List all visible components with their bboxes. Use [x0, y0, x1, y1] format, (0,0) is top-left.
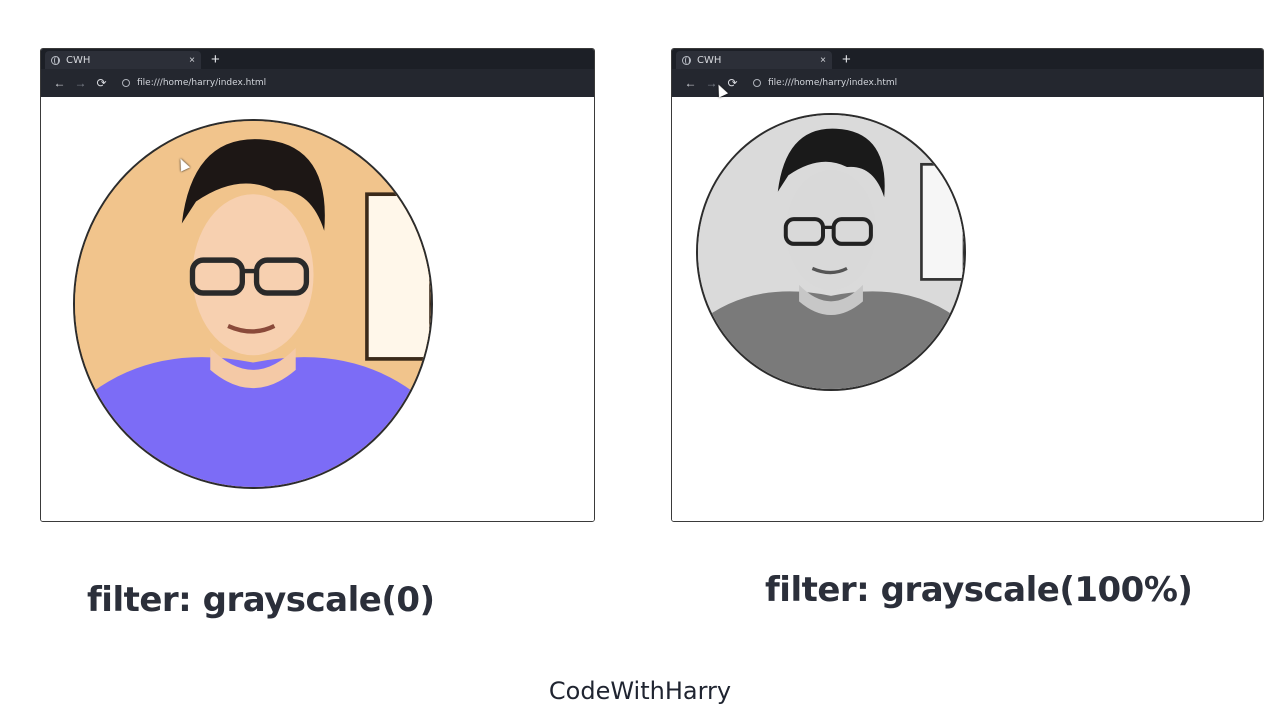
caption-grayscale-100: filter: grayscale(100%) [765, 570, 1193, 610]
page-viewport [672, 97, 1263, 521]
caption-grayscale-0: filter: grayscale(0) [87, 580, 435, 620]
avatar-image-grayscale [696, 113, 966, 391]
plus-icon[interactable]: + [211, 52, 220, 68]
address-bar[interactable]: file:///home/harry/index.html [122, 78, 266, 88]
nav-bar: ← → ⟳ file:///home/harry/index.html [41, 69, 594, 97]
globe-icon [682, 55, 691, 65]
browser-window-color: CWH × + ← → ⟳ file:///home/harry/index.h… [40, 48, 595, 522]
tab-bar: CWH × + [672, 49, 1263, 69]
address-bar[interactable]: file:///home/harry/index.html [753, 78, 897, 88]
back-arrow-icon[interactable]: ← [49, 77, 70, 89]
tab-cwh[interactable]: CWH × [676, 51, 832, 69]
page-viewport [41, 97, 594, 521]
portrait-illustration [698, 115, 964, 389]
reload-icon[interactable]: ⟳ [91, 77, 112, 89]
portrait-illustration [75, 121, 431, 487]
browser-window-grayscale: CWH × + ← → ⟳ file:///home/harry/index.h… [671, 48, 1264, 522]
globe-icon [51, 55, 60, 65]
tab-title: CWH [66, 54, 91, 66]
globe-icon [122, 79, 130, 87]
globe-icon [753, 79, 761, 87]
tab-cwh[interactable]: CWH × [45, 51, 201, 69]
back-arrow-icon[interactable]: ← [680, 77, 701, 89]
close-icon[interactable]: × [820, 55, 826, 66]
nav-bar: ← → ⟳ file:///home/harry/index.html [672, 69, 1263, 97]
avatar-image-color [73, 119, 433, 489]
brand-name: CodeWithHarry [548, 677, 732, 705]
plus-icon[interactable]: + [842, 52, 851, 68]
close-icon[interactable]: × [189, 55, 195, 66]
forward-arrow-icon[interactable]: → [70, 77, 91, 89]
url-text: file:///home/harry/index.html [137, 78, 267, 88]
tab-title: CWH [697, 54, 722, 66]
tab-bar: CWH × + [41, 49, 594, 69]
url-text: file:///home/harry/index.html [768, 78, 898, 88]
